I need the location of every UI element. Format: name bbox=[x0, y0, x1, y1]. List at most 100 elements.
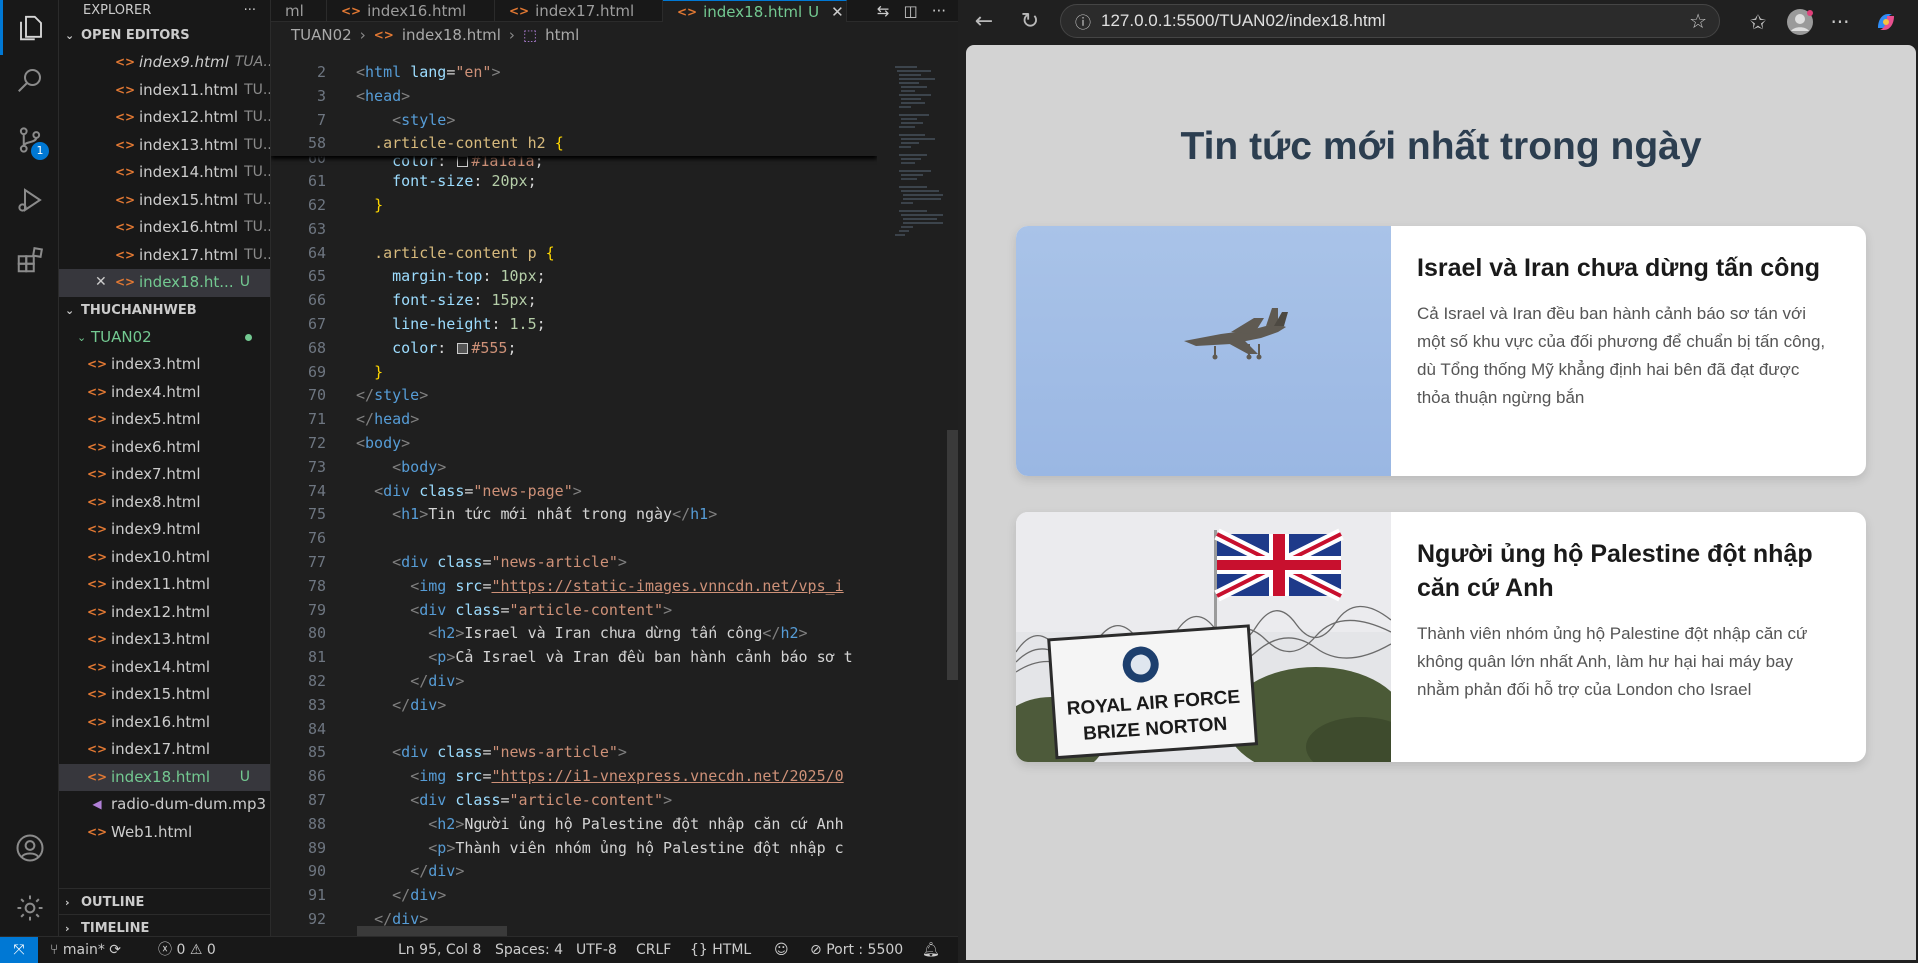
open-changes-icon[interactable]: ⇆ bbox=[877, 2, 890, 20]
git-status: U bbox=[239, 274, 250, 290]
file-tree-item[interactable]: <> index15.html bbox=[59, 681, 270, 709]
split-editor-icon[interactable]: ◫ bbox=[904, 2, 918, 20]
git-status: U bbox=[239, 768, 250, 785]
file-tree-item[interactable]: <> index10.html bbox=[59, 544, 270, 572]
file-tree-item[interactable]: <> index8.html bbox=[59, 489, 270, 517]
file-tree-item[interactable]: <> index16.html bbox=[59, 709, 270, 737]
sticky-scroll[interactable]: 2 <html lang="en"> 3 <head> 7 <style> 58 .art… bbox=[271, 61, 877, 157]
more-actions-icon[interactable]: ··· bbox=[932, 2, 946, 20]
line-number: 72 bbox=[307, 433, 326, 452]
html-file-icon: <> bbox=[87, 577, 108, 591]
open-editor-item[interactable]: <>index9.html TUA... bbox=[59, 49, 270, 77]
workspace-section[interactable]: ⌄ THUCHANHWEB bbox=[59, 297, 270, 324]
html-file-icon: <> bbox=[115, 275, 136, 289]
file-tree-item[interactable]: <> index7.html bbox=[59, 461, 270, 489]
open-editor-item[interactable]: <>index16.html TU... bbox=[59, 214, 270, 242]
profile-avatar-icon[interactable] bbox=[1786, 8, 1814, 36]
file-name: index13.html bbox=[139, 135, 239, 154]
breadcrumb-file[interactable]: index18.html bbox=[402, 22, 501, 48]
line-number: 82 bbox=[307, 671, 326, 690]
back-arrow-icon[interactable]: ← bbox=[970, 8, 998, 36]
open-editor-item[interactable]: ✕ <> index18.ht... U bbox=[59, 269, 270, 297]
outline-section[interactable]: › OUTLINE bbox=[59, 889, 270, 916]
cursor-position[interactable]: Ln 95, Col 8 bbox=[398, 937, 481, 963]
file-tree-item[interactable]: <> index6.html bbox=[59, 434, 270, 462]
braces-icon: {} bbox=[690, 942, 713, 958]
horizontal-scrollbar[interactable] bbox=[357, 926, 507, 936]
explorer-more-button[interactable]: ··· bbox=[244, 0, 256, 22]
file-tree-item[interactable]: <> index12.html bbox=[59, 599, 270, 627]
file-name: index17.html bbox=[111, 740, 211, 758]
tab-index18[interactable]: <> index18.html U ✕ bbox=[663, 0, 847, 22]
line-number: 84 bbox=[307, 719, 326, 738]
close-icon[interactable]: ✕ bbox=[831, 1, 844, 23]
open-editors-section[interactable]: ⌄ OPEN EDITORS bbox=[59, 22, 270, 49]
file-tree-item[interactable]: <> index14.html bbox=[59, 654, 270, 682]
line-ending[interactable]: CRLF bbox=[636, 937, 671, 963]
open-editor-item[interactable]: <>index13.html TU... bbox=[59, 132, 270, 160]
remote-icon[interactable]: ⤧ bbox=[0, 937, 38, 963]
tab-index17[interactable]: <> index17.html bbox=[495, 0, 663, 22]
open-editor-item[interactable]: <>index17.html TU... bbox=[59, 242, 270, 270]
file-tree-item[interactable]: <> index3.html bbox=[59, 351, 270, 379]
notifications-bell-icon[interactable]: 🔔︎ bbox=[922, 937, 940, 963]
favorites-icon[interactable]: ✩ bbox=[1744, 8, 1772, 36]
source-control-badge: 1 bbox=[31, 142, 49, 160]
code-text: color: #1a1a1a; bbox=[392, 156, 544, 171]
html-file-icon: <> bbox=[87, 714, 108, 729]
indentation[interactable]: Spaces: 4 bbox=[495, 937, 563, 963]
file-tree-item[interactable]: <> Web1.html bbox=[59, 819, 270, 847]
file-tree-item[interactable]: <> index13.html bbox=[59, 626, 270, 654]
run-debug-icon[interactable] bbox=[0, 172, 59, 227]
files-icon[interactable] bbox=[0, 0, 59, 55]
search-icon[interactable] bbox=[0, 52, 59, 107]
breadcrumb-symbol[interactable]: html bbox=[545, 22, 579, 48]
copilot-icon[interactable]: ☺ bbox=[774, 937, 789, 963]
address-bar[interactable]: ⓘ 127.0.0.1:5500/TUAN02/index18.html ☆ bbox=[1060, 4, 1720, 38]
open-editor-item[interactable]: <>index12.html TU... bbox=[59, 104, 270, 132]
open-editor-item[interactable]: <>index15.html TU... bbox=[59, 187, 270, 215]
extensions-icon[interactable] bbox=[0, 232, 59, 287]
browser-window: ← ↻ ⓘ 127.0.0.1:5500/TUAN02/index18.html… bbox=[958, 0, 1918, 963]
star-icon[interactable]: ☆ bbox=[1689, 9, 1707, 33]
file-tree-item[interactable]: <> index11.html bbox=[59, 571, 270, 599]
tab-partial[interactable]: ml bbox=[271, 0, 327, 22]
code-editor[interactable]: 2 <html lang="en"> 3 <head> 7 <style> 58 .art… bbox=[271, 61, 877, 936]
close-icon[interactable]: ✕ bbox=[95, 269, 107, 297]
language-mode[interactable]: {} HTML bbox=[690, 937, 751, 963]
open-editor-item[interactable]: <>index11.html TU... bbox=[59, 77, 270, 105]
minimap[interactable] bbox=[891, 61, 947, 261]
open-editor-item[interactable]: <>index14.html TU... bbox=[59, 159, 270, 187]
breadcrumb-folder[interactable]: TUAN02 bbox=[291, 22, 352, 48]
tab-index16[interactable]: <> index16.html bbox=[327, 0, 495, 22]
source-control-icon[interactable]: 1 bbox=[0, 112, 59, 167]
copilot-logo-icon[interactable] bbox=[1872, 8, 1900, 36]
line-number: 91 bbox=[307, 886, 326, 905]
info-icon[interactable]: ⓘ bbox=[1075, 9, 1091, 33]
file-tree-item[interactable]: <> index9.html bbox=[59, 516, 270, 544]
timeline-section[interactable]: › TIMELINE bbox=[59, 915, 270, 936]
file-tree-item[interactable]: <> index18.html U bbox=[59, 763, 270, 791]
file-tree-item[interactable]: <> index17.html bbox=[59, 736, 270, 764]
file-tree-item[interactable]: <> index5.html bbox=[59, 406, 270, 434]
account-icon[interactable] bbox=[0, 820, 59, 875]
live-server-port[interactable]: ⊘ Port : 5500 bbox=[810, 937, 903, 963]
git-branch[interactable]: ⑂ main* ⟳ bbox=[50, 937, 121, 963]
vertical-scrollbar[interactable] bbox=[947, 430, 958, 680]
file-name: index10.html bbox=[111, 547, 211, 566]
file-tree-item[interactable]: <> index4.html bbox=[59, 379, 270, 407]
code-text: <img src="https://static-images.vnncdn.n… bbox=[410, 576, 844, 595]
refresh-icon[interactable]: ↻ bbox=[1016, 8, 1044, 36]
line-number: 86 bbox=[307, 767, 326, 786]
more-menu-icon[interactable]: ··· bbox=[1826, 8, 1854, 36]
folder-tuan02[interactable]: ⌄ TUAN02 bbox=[59, 324, 270, 352]
problems-indicator[interactable]: ⓧ 0 ⚠ 0 bbox=[158, 937, 216, 963]
file-tree-item[interactable]: ◀ radio-dum-dum.mp3 bbox=[59, 791, 270, 819]
encoding[interactable]: UTF-8 bbox=[576, 937, 617, 963]
html-file-icon: <> bbox=[87, 659, 108, 674]
code-line: 76 bbox=[271, 527, 877, 551]
article-summary: Cả Israel và Iran đều ban hành cảnh báo … bbox=[1417, 303, 1826, 407]
settings-gear-icon[interactable] bbox=[0, 880, 59, 935]
file-name: index15.html bbox=[111, 685, 211, 703]
tab-label: ml bbox=[285, 2, 304, 20]
